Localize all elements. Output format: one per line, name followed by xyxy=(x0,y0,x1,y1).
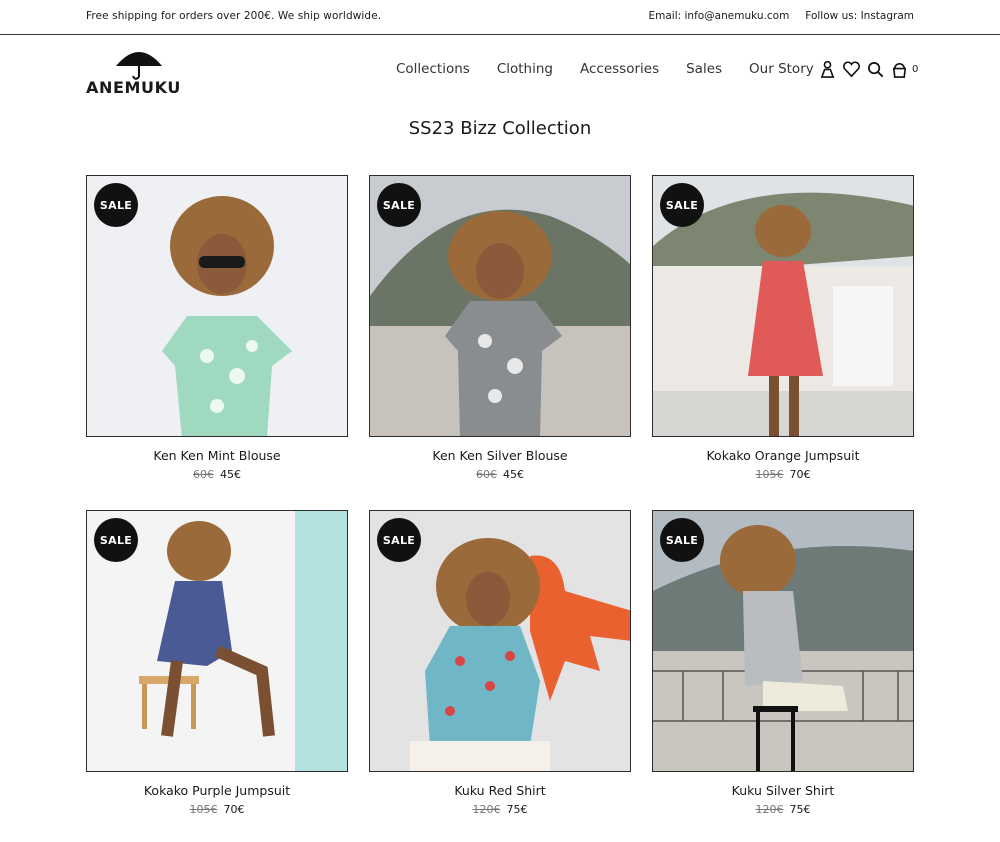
topbar-links: Email: info@anemuku.com Follow us: Insta… xyxy=(648,10,914,22)
sale-price: 70€ xyxy=(223,803,245,816)
sale-badge: SALE xyxy=(377,183,421,227)
email-link[interactable]: Email: info@anemuku.com xyxy=(648,10,789,22)
product-card[interactable]: SALE Ken Ken Mint Blouse 60€ 45€ xyxy=(86,175,348,481)
cart-count: 0 xyxy=(912,64,919,75)
sale-price: 45€ xyxy=(220,468,241,481)
sale-badge: SALE xyxy=(94,518,138,562)
main-nav: Collections Clothing Accessories Sales O… xyxy=(396,61,814,77)
product-price: 105€ 70€ xyxy=(86,803,348,816)
product-price: 105€ 70€ xyxy=(652,468,914,481)
search-icon[interactable] xyxy=(866,60,885,79)
product-price: 120€ 75€ xyxy=(369,803,631,816)
product-card[interactable]: SALE Kokako Purple Jumpsuit 105€ 70€ xyxy=(86,510,348,816)
product-price: 60€ 45€ xyxy=(369,468,631,481)
brand-logo[interactable]: ANEMUKU xyxy=(86,46,180,98)
product-name[interactable]: Kokako Purple Jumpsuit xyxy=(86,783,348,798)
product-photo[interactable]: SALE xyxy=(652,510,914,772)
page-title: SS23 Bizz Collection xyxy=(408,118,592,139)
nav-item-collections[interactable]: Collections xyxy=(396,61,470,77)
sale-badge: SALE xyxy=(94,183,138,227)
sale-badge: SALE xyxy=(377,518,421,562)
nav-item-our-story[interactable]: Our Story xyxy=(749,61,814,77)
product-card[interactable]: SALE Kokako Orange Jumpsuit 105€ 70€ xyxy=(652,175,914,481)
brand-name: ANEMUKU xyxy=(86,78,181,97)
original-price: 120€ xyxy=(755,803,784,816)
original-price: 105€ xyxy=(189,803,218,816)
user-icon[interactable] xyxy=(818,60,837,79)
product-price: 120€ 75€ xyxy=(652,803,914,816)
sale-badge: SALE xyxy=(660,183,704,227)
product-photo[interactable]: SALE xyxy=(369,510,631,772)
product-name[interactable]: Ken Ken Mint Blouse xyxy=(86,448,348,463)
product-name[interactable]: Kuku Red Shirt xyxy=(369,783,631,798)
umbrella-logo-icon xyxy=(116,52,162,80)
product-name[interactable]: Ken Ken Silver Blouse xyxy=(369,448,631,463)
sale-price: 75€ xyxy=(506,803,528,816)
top-announcement-bar: Free shipping for orders over 200€. We s… xyxy=(0,0,1000,35)
product-photo[interactable]: SALE xyxy=(86,175,348,437)
product-photo[interactable]: SALE xyxy=(86,510,348,772)
sale-price: 45€ xyxy=(503,468,524,481)
product-card[interactable]: SALE Kuku Silver Shirt 120€ 75€ xyxy=(652,510,914,816)
nav-item-clothing[interactable]: Clothing xyxy=(497,61,553,77)
original-price: 120€ xyxy=(472,803,501,816)
product-photo[interactable]: SALE xyxy=(652,175,914,437)
nav-item-accessories[interactable]: Accessories xyxy=(580,61,659,77)
bag-icon[interactable] xyxy=(890,60,909,79)
heart-icon[interactable] xyxy=(842,60,861,79)
nav-item-sales[interactable]: Sales xyxy=(686,61,722,77)
original-price: 60€ xyxy=(193,468,214,481)
shipping-notice: Free shipping for orders over 200€. We s… xyxy=(86,10,382,22)
header-icons: 0 xyxy=(818,60,918,79)
product-photo[interactable]: SALE xyxy=(369,175,631,437)
sale-badge: SALE xyxy=(660,518,704,562)
original-price: 60€ xyxy=(476,468,497,481)
original-price: 105€ xyxy=(755,468,784,481)
product-price: 60€ 45€ xyxy=(86,468,348,481)
product-name[interactable]: Kokako Orange Jumpsuit xyxy=(652,448,914,463)
product-name[interactable]: Kuku Silver Shirt xyxy=(652,783,914,798)
product-card[interactable]: SALE Ken Ken Silver Blouse 60€ 45€ xyxy=(369,175,631,481)
sale-price: 75€ xyxy=(789,803,811,816)
sale-price: 70€ xyxy=(789,468,811,481)
product-card[interactable]: SALE Kuku Red Shirt 120€ 75€ xyxy=(369,510,631,816)
instagram-link[interactable]: Follow us: Instagram xyxy=(805,10,914,22)
